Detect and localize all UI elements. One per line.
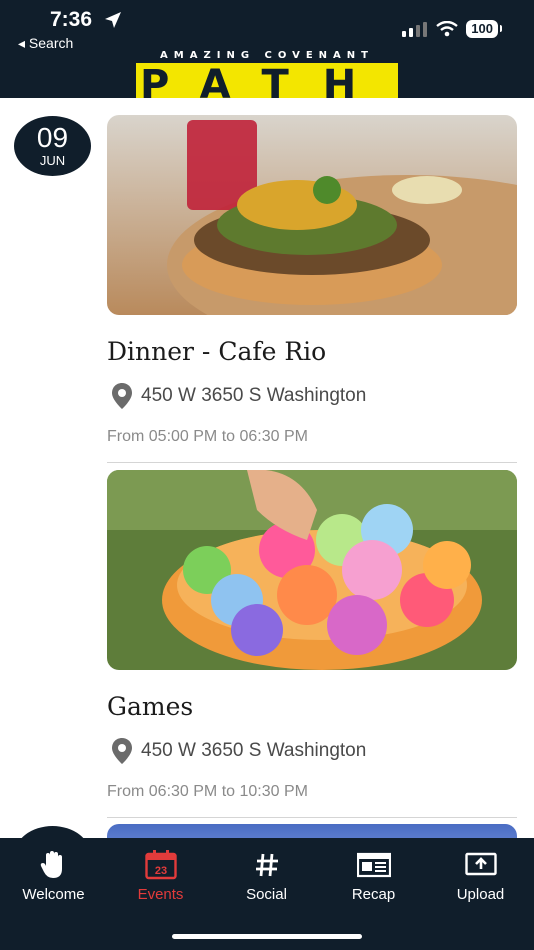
tab-label: Events <box>137 886 184 903</box>
water-balloons-photo[interactable] <box>107 470 517 670</box>
map-pin-icon <box>112 738 132 764</box>
status-time: 7:36 <box>50 8 93 31</box>
tab-recap[interactable]: Recap <box>320 850 427 903</box>
signal-icon <box>402 22 428 37</box>
date-badge <box>14 826 91 838</box>
event-address: 450 W 3650 S Washington <box>107 382 517 410</box>
date-badge: 09 JUN <box>14 116 91 176</box>
events-list[interactable]: 09 JUN Dinner - Cafe Rio 450 W 3650 S Wa… <box>0 98 534 838</box>
upload-icon <box>464 852 497 876</box>
divider <box>107 817 517 818</box>
tab-welcome[interactable]: Welcome <box>0 850 107 903</box>
tab-events[interactable]: 23 Events <box>107 850 214 903</box>
wifi-icon <box>436 21 459 37</box>
date-day: 09 <box>36 122 69 153</box>
hand-wave-icon <box>40 851 62 878</box>
battery-indicator: 100 <box>466 20 502 38</box>
event-time: From 05:00 PM to 06:30 PM <box>107 428 308 445</box>
event-image-partial[interactable] <box>107 824 517 838</box>
app-header: 7:36 ◂ Search 100 AMAZING COVENANT PATH <box>0 0 534 98</box>
date-month: JUN <box>39 153 66 168</box>
brand-subtitle: AMAZING COVENANT <box>160 50 374 61</box>
event-address: 450 W 3650 S Washington <box>107 737 517 765</box>
event-title: Games <box>107 692 194 721</box>
tab-label: Upload <box>456 886 505 903</box>
tab-social[interactable]: Social <box>213 850 320 903</box>
food-salad-photo[interactable] <box>107 115 517 315</box>
brand-logo: PATH <box>136 63 398 98</box>
tab-label: Social <box>246 886 287 903</box>
tab-label: Recap <box>351 886 396 903</box>
event-card[interactable]: Dinner - Cafe Rio 450 W 3650 S Washingto… <box>107 115 517 463</box>
location-arrow-icon <box>105 12 121 28</box>
tab-label: Welcome <box>22 886 85 903</box>
event-time: From 06:30 PM to 10:30 PM <box>107 783 308 800</box>
map-pin-icon <box>112 383 132 409</box>
event-title: Dinner - Cafe Rio <box>107 337 327 366</box>
divider <box>107 462 517 463</box>
calendar-number: 23 <box>154 865 166 877</box>
newspaper-icon <box>356 852 391 878</box>
home-indicator[interactable] <box>172 934 362 939</box>
hash-icon <box>255 853 278 877</box>
event-address-text: 450 W 3650 S Washington <box>141 385 367 406</box>
event-card[interactable]: Games 450 W 3650 S Washington From 06:30… <box>107 470 517 818</box>
tab-upload[interactable]: Upload <box>427 850 534 903</box>
status-indicators: 100 <box>402 20 502 38</box>
brand-logo-text: PATH <box>140 63 391 98</box>
event-address-text: 450 W 3650 S Washington <box>141 740 367 761</box>
calendar-icon: 23 <box>144 850 177 880</box>
